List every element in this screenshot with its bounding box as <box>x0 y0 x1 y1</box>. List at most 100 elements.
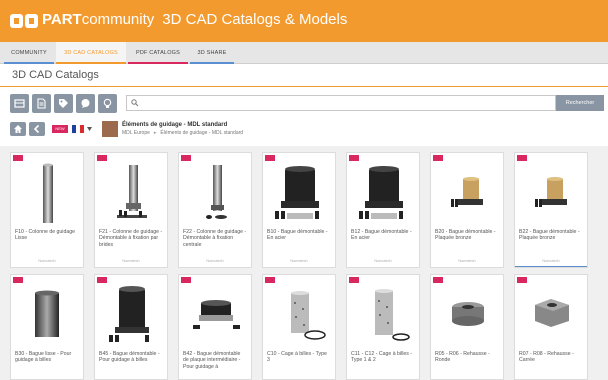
document-icon <box>37 98 46 109</box>
chat-icon <box>81 99 90 108</box>
product-card[interactable]: B10 - Bague démontable - En acier Nomote… <box>262 152 336 268</box>
product-label: B20 - Bague démontable - Plaquée bronze <box>435 229 496 242</box>
product-card[interactable]: C10 - Cage à billes - Type 3 <box>262 274 336 380</box>
catalog-icon <box>14 99 25 108</box>
partcommunity-logo-icon[interactable] <box>10 12 38 30</box>
language-selector[interactable]: NEW <box>52 123 96 135</box>
product-grid: F10 - Colonne de guidage Lisse Nomotech … <box>0 146 608 380</box>
product-card[interactable]: B30 - Bague lisse - Pour guidage à bille… <box>10 274 84 380</box>
product-card[interactable]: B45 - Bague démontable - Pour guidage à … <box>94 274 168 380</box>
new-badge: NEW <box>52 125 68 133</box>
product-image <box>43 163 53 223</box>
search-box <box>126 95 556 111</box>
tab-underline <box>4 62 54 64</box>
product-label: C10 - Cage à billes - Type 3 <box>267 351 327 364</box>
product-label: B45 - Bague démontable - Pour guidage à … <box>99 351 160 364</box>
product-image <box>359 166 403 219</box>
main-tabs: COMMUNITY 3D CAD CATALOGS PDF CATALOGS 3… <box>0 42 608 64</box>
tab-underline <box>56 62 126 64</box>
product-image <box>535 177 567 207</box>
brand-title: PARTcommunity 3D CAD Catalogs & Models <box>42 11 347 28</box>
product-card[interactable]: B42 - Bague démontable de plaque intermé… <box>178 274 252 380</box>
breadcrumb: MDL Europe ▸ Éléments de guidage - MDL sta… <box>122 130 247 136</box>
tab-community-label: COMMUNITY <box>11 50 47 56</box>
product-image <box>109 286 149 342</box>
product-label: R05 - R06 - Rehausse - Ronde <box>435 351 490 364</box>
product-card[interactable]: F10 - Colonne de guidage Lisse Nomotech <box>10 152 84 268</box>
product-footer: Nomotech <box>458 259 476 263</box>
breadcrumb-item[interactable]: MDL Europe <box>122 130 150 136</box>
back-button[interactable] <box>29 122 45 136</box>
brand-bold: PART <box>42 11 82 28</box>
tab-3d-cad-catalogs[interactable]: 3D CAD CATALOGS <box>56 42 126 64</box>
title-divider <box>0 86 608 87</box>
product-label: B12 - Bague démontable - En acier <box>351 229 412 242</box>
product-label: B30 - Bague lisse - Pour guidage à bille… <box>15 351 72 364</box>
product-image <box>35 290 59 337</box>
page-title: 3D CAD Catalogs <box>12 69 99 81</box>
tab-pdf-catalogs[interactable]: PDF CATALOGS <box>128 42 188 64</box>
product-image <box>452 302 484 326</box>
product-footer: Nomotech <box>206 259 224 263</box>
product-card[interactable]: B20 - Bague démontable - Plaquée bronze … <box>430 152 504 268</box>
tag-icon <box>59 99 68 108</box>
product-label: R07 - R08 - Rehausse - Carrée <box>519 351 574 364</box>
product-footer: Nomotech <box>122 259 140 263</box>
app-header: PARTcommunity 3D CAD Catalogs & Models <box>0 0 608 42</box>
site-subtitle: 3D CAD Catalogs & Models <box>162 11 348 28</box>
product-label: B22 - Bague démontable - Plaquée bronze <box>519 229 580 242</box>
chat-button[interactable] <box>76 94 95 113</box>
product-image <box>275 166 319 219</box>
breadcrumb-separator: ▸ <box>153 130 157 136</box>
product-image <box>375 289 410 341</box>
product-card[interactable]: F21 - Colonne de guidage - Démontable à … <box>94 152 168 268</box>
product-image <box>535 299 569 327</box>
product-image <box>451 177 483 207</box>
catalog-thumbnail <box>102 121 118 137</box>
chevron-down-icon <box>87 127 92 131</box>
product-card[interactable]: B12 - Bague démontable - En acier Nomote… <box>346 152 420 268</box>
tab-community[interactable]: COMMUNITY <box>4 42 54 64</box>
product-image <box>291 291 326 340</box>
product-image <box>117 165 147 218</box>
product-footer: Nomotech <box>374 259 392 263</box>
product-card[interactable]: C11 - C12 - Cage à billes - Type 1 & 2 <box>346 274 420 380</box>
breadcrumb-row: NEW Éléments de guidage - MDL standard M… <box>0 118 608 140</box>
bulb-icon <box>103 98 112 108</box>
product-image <box>206 165 227 219</box>
product-image <box>193 300 240 329</box>
product-card[interactable]: R05 - R06 - Rehausse - Ronde <box>430 274 504 380</box>
tag-button[interactable] <box>54 94 73 113</box>
product-label: C11 - C12 - Cage à billes - Type 1 & 2 <box>351 351 413 364</box>
brand-light: community <box>81 11 155 28</box>
tab-3d-cad-catalogs-label: 3D CAD CATALOGS <box>64 50 118 56</box>
product-card[interactable]: B22 - Bague démontable - Plaquée bronze … <box>514 152 588 268</box>
toolbar: Rechercher <box>0 94 608 114</box>
product-label: F21 - Colonne de guidage - Démontable à … <box>99 229 163 248</box>
product-label: F22 - Colonne de guidage - Démontable à … <box>183 229 247 248</box>
tab-pdf-catalogs-label: PDF CATALOGS <box>135 50 181 56</box>
bulb-button[interactable] <box>98 94 117 113</box>
french-flag-icon <box>72 125 84 133</box>
home-icon <box>14 125 22 133</box>
arrow-left-icon <box>33 124 40 134</box>
product-label: B42 - Bague démontable de plaque intermé… <box>183 351 241 370</box>
search-input[interactable] <box>141 97 551 109</box>
search-icon <box>131 99 139 107</box>
document-button[interactable] <box>32 94 51 113</box>
search-button[interactable]: Rechercher <box>556 95 604 111</box>
breadcrumb-title: Éléments de guidage - MDL standard <box>122 122 228 128</box>
product-label: F10 - Colonne de guidage Lisse <box>15 229 75 242</box>
product-card[interactable]: F22 - Colonne de guidage - Démontable à … <box>178 152 252 268</box>
catalog-button[interactable] <box>10 94 29 113</box>
breadcrumb-item[interactable]: Éléments de guidage - MDL standard <box>160 130 243 136</box>
home-button[interactable] <box>10 122 26 136</box>
product-footer: Nomotech <box>290 259 308 263</box>
product-footer: Nomotech <box>38 259 56 263</box>
tab-underline <box>128 62 188 64</box>
hover-indicator <box>515 266 587 267</box>
product-card[interactable]: R07 - R08 - Rehausse - Carrée <box>514 274 588 380</box>
product-label: B10 - Bague démontable - En acier <box>267 229 328 242</box>
tab-underline <box>190 62 234 64</box>
tab-3d-share[interactable]: 3D SHARE <box>190 42 234 64</box>
